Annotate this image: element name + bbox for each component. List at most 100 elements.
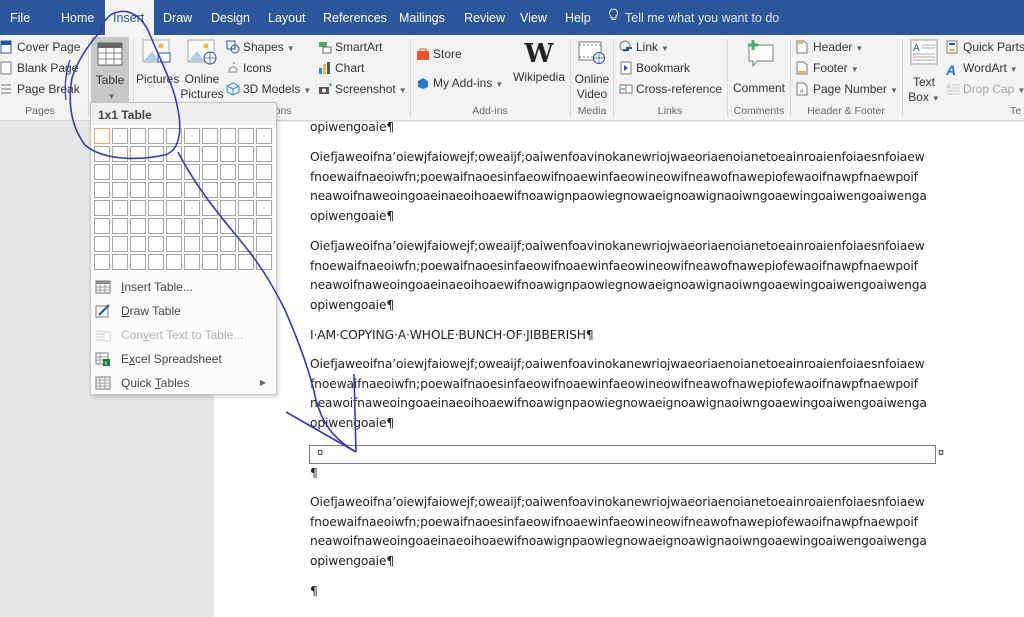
- pictures-button[interactable]: Pictures: [136, 39, 179, 87]
- grid-cell[interactable]: [130, 128, 146, 144]
- tab-draw[interactable]: Draw: [155, 0, 200, 35]
- blank-page-button[interactable]: Blank Page: [0, 58, 78, 78]
- page-number-button[interactable]: # Page Number ▼: [796, 79, 898, 99]
- grid-cell[interactable]: [112, 164, 128, 180]
- grid-cell[interactable]: [202, 146, 218, 162]
- online-pictures-button[interactable]: Online Pictures: [180, 39, 224, 102]
- grid-cell[interactable]: [256, 200, 272, 216]
- grid-cell[interactable]: [238, 236, 254, 252]
- grid-cell[interactable]: [94, 218, 110, 234]
- grid-cell[interactable]: [256, 182, 272, 198]
- menu-item-excel-spreadsheet[interactable]: x Excel Spreadsheet: [91, 347, 276, 371]
- grid-cell[interactable]: [94, 254, 110, 270]
- grid-cell[interactable]: [166, 254, 182, 270]
- grid-cell[interactable]: [148, 254, 164, 270]
- grid-cell[interactable]: [166, 200, 182, 216]
- quick-parts-button[interactable]: Quick Parts: [946, 37, 1024, 57]
- grid-cell[interactable]: [130, 164, 146, 180]
- grid-cell[interactable]: [220, 200, 236, 216]
- tab-help[interactable]: Help: [557, 0, 599, 35]
- header-button[interactable]: Header ▼: [796, 37, 863, 57]
- bookmark-button[interactable]: Bookmark: [619, 58, 690, 78]
- tab-home[interactable]: Home: [53, 0, 102, 35]
- grid-cell[interactable]: [112, 236, 128, 252]
- grid-cell[interactable]: [256, 128, 272, 144]
- menu-item-draw-table[interactable]: Draw Table: [91, 299, 276, 323]
- grid-cell[interactable]: [238, 146, 254, 162]
- tab-review[interactable]: Review: [456, 0, 513, 35]
- grid-cell[interactable]: [94, 128, 110, 144]
- cross-reference-button[interactable]: Cross-reference: [619, 79, 722, 99]
- grid-cell[interactable]: [256, 254, 272, 270]
- grid-cell[interactable]: [166, 236, 182, 252]
- grid-cell[interactable]: [220, 182, 236, 198]
- grid-cell[interactable]: [202, 164, 218, 180]
- cover-page-button[interactable]: Cover Page: [0, 37, 80, 57]
- page-break-button[interactable]: Page Break: [0, 79, 80, 99]
- tab-references[interactable]: References: [315, 0, 395, 35]
- grid-cell[interactable]: [220, 236, 236, 252]
- grid-cell[interactable]: [94, 182, 110, 198]
- text-box-button[interactable]: A Text Box ▼: [905, 39, 943, 106]
- smartart-button[interactable]: SmartArt: [318, 37, 382, 57]
- grid-cell[interactable]: [148, 236, 164, 252]
- grid-cell[interactable]: [112, 218, 128, 234]
- grid-cell[interactable]: [94, 236, 110, 252]
- tab-layout[interactable]: Layout: [260, 0, 314, 35]
- grid-cell[interactable]: [202, 200, 218, 216]
- grid-cell[interactable]: [184, 146, 200, 162]
- grid-cell[interactable]: [112, 254, 128, 270]
- grid-cell[interactable]: [220, 164, 236, 180]
- grid-cell[interactable]: [220, 146, 236, 162]
- grid-cell[interactable]: [202, 236, 218, 252]
- 3d-models-button[interactable]: 3D Models ▼: [226, 79, 311, 99]
- tab-mailings[interactable]: Mailings: [391, 0, 453, 35]
- grid-cell[interactable]: [148, 218, 164, 234]
- grid-cell[interactable]: [130, 146, 146, 162]
- grid-cell[interactable]: [130, 218, 146, 234]
- grid-cell[interactable]: [130, 236, 146, 252]
- my-addins-button[interactable]: My Add-ins ▼: [416, 73, 503, 93]
- grid-cell[interactable]: [238, 182, 254, 198]
- grid-cell[interactable]: [184, 164, 200, 180]
- grid-cell[interactable]: [202, 128, 218, 144]
- grid-cell[interactable]: [238, 254, 254, 270]
- grid-cell[interactable]: [256, 146, 272, 162]
- chart-button[interactable]: Chart: [318, 58, 364, 78]
- grid-cell[interactable]: [184, 254, 200, 270]
- drop-cap-button[interactable]: A Drop Cap ▼: [946, 79, 1024, 99]
- grid-cell[interactable]: [130, 254, 146, 270]
- grid-cell[interactable]: [148, 146, 164, 162]
- grid-cell[interactable]: [256, 236, 272, 252]
- wordart-button[interactable]: A WordArt ▼: [946, 58, 1018, 78]
- grid-cell[interactable]: [184, 182, 200, 198]
- grid-cell[interactable]: [94, 200, 110, 216]
- tab-file[interactable]: File: [2, 0, 38, 35]
- grid-cell[interactable]: [148, 164, 164, 180]
- comment-button[interactable]: Comment: [730, 39, 788, 96]
- grid-cell[interactable]: [238, 164, 254, 180]
- grid-cell[interactable]: [256, 218, 272, 234]
- icons-button[interactable]: Icons: [226, 58, 272, 78]
- grid-cell[interactable]: [112, 200, 128, 216]
- grid-cell[interactable]: [112, 146, 128, 162]
- grid-cell[interactable]: [184, 218, 200, 234]
- grid-cell[interactable]: [148, 128, 164, 144]
- grid-cell[interactable]: [238, 128, 254, 144]
- grid-cell[interactable]: [166, 218, 182, 234]
- grid-cell[interactable]: [184, 128, 200, 144]
- inserted-table-cell[interactable]: ¤: [309, 445, 936, 464]
- tell-me-search[interactable]: Tell me what you want to do: [608, 0, 779, 35]
- grid-cell[interactable]: [184, 236, 200, 252]
- grid-cell[interactable]: [220, 254, 236, 270]
- grid-cell[interactable]: [238, 200, 254, 216]
- grid-cell[interactable]: [148, 200, 164, 216]
- grid-cell[interactable]: [94, 164, 110, 180]
- menu-item-convert-text-to-table[interactable]: Convert Text to Table...: [91, 323, 276, 347]
- grid-cell[interactable]: [256, 164, 272, 180]
- store-button[interactable]: Store: [416, 44, 462, 64]
- grid-cell[interactable]: [94, 146, 110, 162]
- grid-cell[interactable]: [238, 218, 254, 234]
- grid-cell[interactable]: [202, 182, 218, 198]
- menu-item-quick-tables[interactable]: Quick Tables ▶: [91, 371, 276, 395]
